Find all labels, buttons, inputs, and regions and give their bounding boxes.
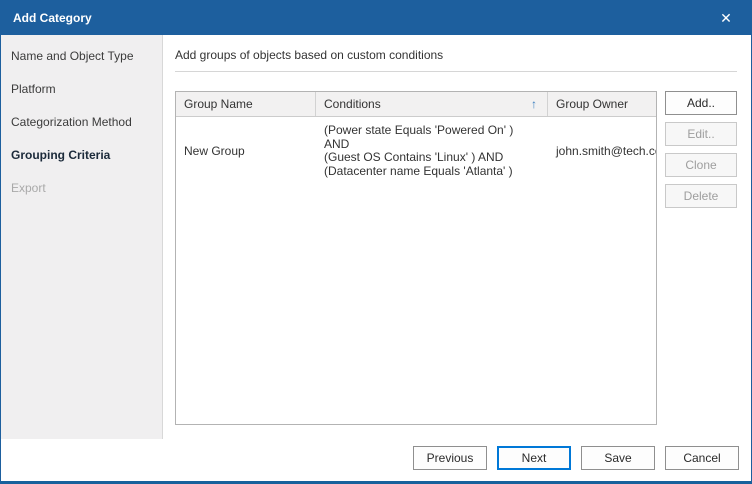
sidebar-item-platform[interactable]: Platform bbox=[1, 72, 162, 105]
title-bar: Add Category ✕ bbox=[1, 1, 751, 35]
sort-ascending-icon: ↑ bbox=[531, 97, 537, 111]
close-icon[interactable]: ✕ bbox=[713, 5, 739, 31]
save-button[interactable]: Save bbox=[581, 446, 655, 470]
sidebar-item-name-and-object-type[interactable]: Name and Object Type bbox=[1, 39, 162, 72]
add-category-dialog: Add Category ✕ Name and Object Type Plat… bbox=[0, 0, 752, 484]
main-panel: Add groups of objects based on custom co… bbox=[163, 35, 751, 439]
column-header-conditions[interactable]: Conditions ↑ bbox=[316, 92, 548, 116]
step-description-wrap: Add groups of objects based on custom co… bbox=[175, 35, 737, 72]
step-description: Add groups of objects based on custom co… bbox=[175, 48, 444, 62]
grouping-criteria-content: Group Name Conditions ↑ Group Owner New … bbox=[163, 72, 751, 439]
table-row[interactable]: New Group (Power state Equals 'Powered O… bbox=[176, 117, 656, 184]
dialog-title: Add Category bbox=[13, 11, 92, 25]
groups-table-body: New Group (Power state Equals 'Powered O… bbox=[176, 117, 656, 424]
condition-line-2: (Guest OS Contains 'Linux' ) AND bbox=[324, 150, 504, 164]
sidebar-item-export: Export bbox=[11, 181, 46, 195]
column-header-conditions-label: Conditions bbox=[324, 97, 381, 111]
cell-group-name: New Group bbox=[184, 144, 245, 158]
sidebar-item-grouping-criteria[interactable]: Grouping Criteria bbox=[1, 138, 162, 171]
clone-button: Clone bbox=[665, 153, 737, 177]
previous-button[interactable]: Previous bbox=[413, 446, 487, 470]
column-header-group-owner[interactable]: Group Owner bbox=[548, 92, 656, 116]
sidebar-item-categorization-method[interactable]: Categorization Method bbox=[1, 105, 162, 138]
dialog-footer: Previous Next Save Cancel bbox=[1, 439, 751, 481]
edit-button: Edit.. bbox=[665, 122, 737, 146]
groups-table-header: Group Name Conditions ↑ Group Owner bbox=[176, 92, 656, 117]
delete-button: Delete bbox=[665, 184, 737, 208]
cell-group-owner: john.smith@tech.com bbox=[556, 144, 656, 158]
column-header-group-name[interactable]: Group Name bbox=[176, 92, 316, 116]
add-button[interactable]: Add.. bbox=[665, 91, 737, 115]
condition-line-3: (Datacenter name Equals 'Atlanta' ) bbox=[324, 163, 513, 178]
column-header-group-name-label: Group Name bbox=[184, 97, 253, 111]
column-header-group-owner-label: Group Owner bbox=[556, 97, 629, 111]
wizard-steps-sidebar: Name and Object Type Platform Categoriza… bbox=[1, 35, 163, 439]
dialog-body: Name and Object Type Platform Categoriza… bbox=[1, 35, 751, 439]
group-actions: Add.. Edit.. Clone Delete bbox=[665, 91, 739, 425]
cell-conditions: (Power state Equals 'Powered On' ) AND (… bbox=[316, 123, 548, 178]
cancel-button[interactable]: Cancel bbox=[665, 446, 739, 470]
next-button[interactable]: Next bbox=[497, 446, 571, 470]
condition-line-1: (Power state Equals 'Powered On' ) AND bbox=[324, 123, 514, 151]
groups-table: Group Name Conditions ↑ Group Owner New … bbox=[175, 91, 657, 425]
